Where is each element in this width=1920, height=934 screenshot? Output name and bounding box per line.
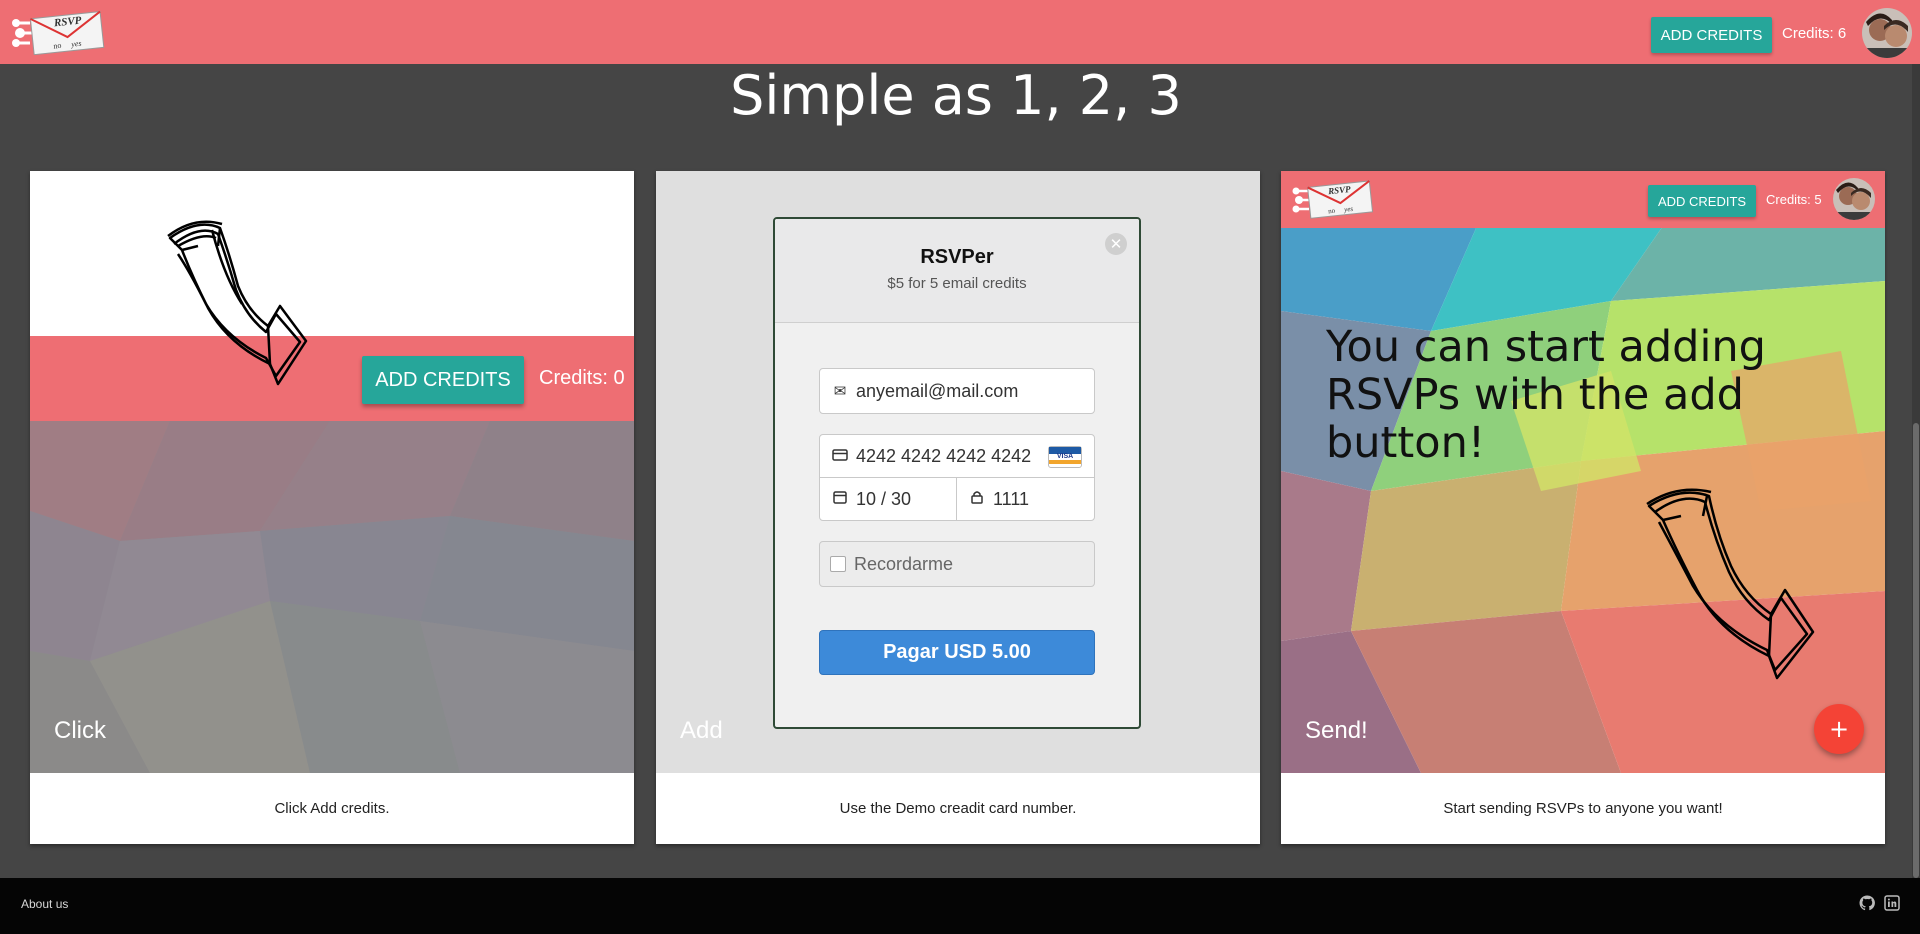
scrollbar-thumb[interactable]	[1913, 423, 1919, 878]
email-field[interactable]: ✉ anyemail@mail.com	[819, 368, 1095, 414]
page-headline: Simple as 1, 2, 3	[730, 64, 1182, 127]
card-number-field[interactable]: 4242 4242 4242 4242 VISA	[819, 434, 1095, 478]
top-navbar: RSVP no yes ADD CREDITS Credits: 6	[0, 0, 1920, 64]
expiry-field[interactable]: 10 / 30	[819, 477, 957, 521]
add-credits-button[interactable]: ADD CREDITS	[1651, 17, 1772, 53]
logo-word-yes: yes	[70, 39, 82, 49]
polygon-background	[30, 421, 634, 773]
email-value: anyemail@mail.com	[856, 380, 1019, 401]
card-title: Click	[54, 717, 106, 744]
logo-word-no: no	[53, 41, 62, 51]
credits-count: Credits: 6	[1782, 25, 1847, 42]
envelope-icon: ✉	[833, 383, 847, 400]
user-avatar	[1833, 178, 1875, 220]
rsvp-logo[interactable]: RSVP no yes	[10, 9, 106, 56]
card-brand: VISA	[1056, 453, 1074, 460]
modal-subtitle: $5 for 5 email credits	[887, 275, 1027, 292]
card-number-value: 4242 4242 4242 4242	[856, 445, 1032, 466]
hand-drawn-arrow-icon	[158, 216, 328, 396]
step-card-add: RSVPer $5 for 5 email credits ✕ ✉ anyema…	[656, 171, 1260, 844]
hand-drawn-arrow-icon	[1641, 486, 1841, 686]
remember-me-label: Recordarme	[854, 553, 954, 574]
demo-credits-count: Credits: 5	[1766, 192, 1822, 207]
step-card-click: ADD CREDITS Credits: 0 Click Click Add c…	[30, 171, 634, 844]
card-title: Send!	[1305, 717, 1368, 744]
credit-card-icon	[830, 448, 850, 465]
cvc-value: 1111	[993, 488, 1030, 509]
cvc-field[interactable]: 1111	[956, 477, 1095, 521]
user-avatar[interactable]	[1862, 8, 1912, 58]
footer: About us	[0, 878, 1920, 934]
close-icon[interactable]: ✕	[1105, 233, 1127, 255]
demo-add-credits-button: ADD CREDITS	[1648, 185, 1756, 217]
add-rsvp-fab[interactable]: +	[1814, 704, 1864, 754]
demo-navbar: RSVP no yes ADD CREDITS Credits: 5	[1281, 171, 1885, 228]
pay-button[interactable]: Pagar USD 5.00	[819, 630, 1095, 675]
demo-message: You can start adding RSVPs with the add …	[1326, 322, 1766, 468]
rsvp-logo: RSVP no yes	[1291, 179, 1374, 219]
card-description: Click Add credits.	[274, 800, 390, 817]
card-description: Start sending RSVPs to anyone you want!	[1443, 800, 1723, 817]
visa-card-icon: VISA	[1048, 446, 1082, 468]
github-icon[interactable]	[1859, 895, 1875, 911]
calendar-icon	[830, 490, 850, 508]
card-image: RSVP no yes ADD CREDITS Credits: 5 You c…	[1281, 171, 1885, 773]
step-card-send: RSVP no yes ADD CREDITS Credits: 5 You c…	[1281, 171, 1885, 844]
about-us-link[interactable]: About us	[21, 897, 68, 911]
demo-add-credits-button: ADD CREDITS	[362, 356, 524, 404]
logo-word-no: no	[1328, 207, 1336, 216]
expiry-value: 10 / 30	[856, 488, 912, 509]
modal-header: RSVPer $5 for 5 email credits ✕	[775, 219, 1139, 323]
demo-credits-count: Credits: 0	[539, 367, 625, 389]
payment-modal: RSVPer $5 for 5 email credits ✕ ✉ anyema…	[773, 217, 1141, 729]
lock-icon	[967, 490, 987, 508]
card-image: ADD CREDITS Credits: 0	[30, 171, 634, 773]
logo-word-yes: yes	[1343, 205, 1354, 214]
remember-me-field[interactable]: Recordarme	[819, 541, 1095, 587]
card-title: Add	[680, 717, 723, 744]
card-image: RSVPer $5 for 5 email credits ✕ ✉ anyema…	[656, 171, 1260, 773]
card-description: Use the Demo creadit card number.	[839, 800, 1077, 817]
linkedin-icon[interactable]	[1884, 895, 1900, 911]
remember-me-checkbox[interactable]	[830, 556, 846, 572]
modal-title: RSVPer	[920, 246, 994, 268]
